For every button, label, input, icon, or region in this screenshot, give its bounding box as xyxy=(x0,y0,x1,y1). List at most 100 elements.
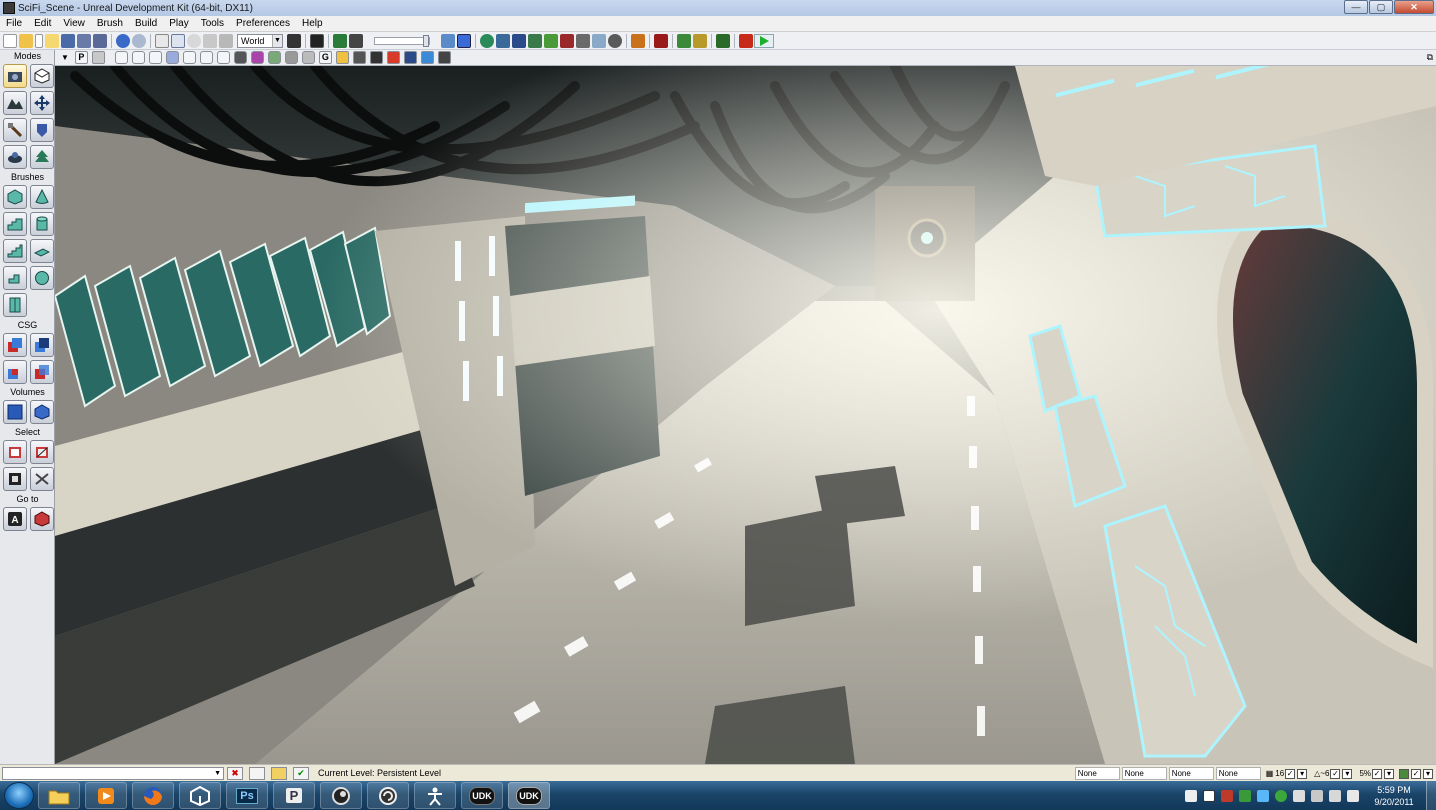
mesh-paint-mode-button[interactable] xyxy=(30,118,54,142)
open-dropdown-icon[interactable] xyxy=(35,33,43,48)
show-all-button[interactable] xyxy=(30,467,54,491)
goto-actor-button[interactable]: A xyxy=(3,507,27,531)
detail-lighting-icon[interactable] xyxy=(182,51,196,64)
grid-size-dropdown[interactable]: ▾ xyxy=(1297,768,1308,779)
network-icon[interactable] xyxy=(1329,789,1341,802)
menu-file[interactable]: File xyxy=(0,18,28,29)
start-button[interactable] xyxy=(4,782,34,809)
new-map-icon[interactable] xyxy=(3,33,17,48)
rotate-icon[interactable] xyxy=(187,33,201,48)
slider-knob[interactable] xyxy=(423,34,429,47)
level-browser-icon[interactable] xyxy=(249,766,265,780)
build-paths-icon[interactable] xyxy=(528,33,542,48)
menu-edit[interactable]: Edit xyxy=(28,18,57,29)
realtime-toggle-icon[interactable] xyxy=(386,51,400,64)
move-mode-button[interactable] xyxy=(30,91,54,115)
show-hidden-icons-icon[interactable] xyxy=(1311,789,1323,802)
minimize-button[interactable]: — xyxy=(1344,0,1368,14)
scale-snap-dropdown[interactable]: ▾ xyxy=(1384,768,1394,779)
perspective-viewport[interactable] xyxy=(55,66,1436,764)
lock-icon[interactable] xyxy=(335,51,349,64)
open-map-icon[interactable] xyxy=(19,33,33,48)
close-button[interactable]: ✕ xyxy=(1394,0,1434,14)
level-lock-icon[interactable] xyxy=(271,766,287,780)
taskbar-udk-2[interactable]: UDK xyxy=(508,782,550,809)
lighting-quality-icon[interactable] xyxy=(576,33,590,48)
brush-wireframe-icon[interactable] xyxy=(131,51,145,64)
autosave-icon[interactable] xyxy=(1399,768,1409,779)
camera-speed-slider[interactable] xyxy=(374,34,430,47)
realtime-icon[interactable] xyxy=(457,33,471,48)
curved-stair-brush-button[interactable] xyxy=(3,212,27,236)
wireframe-mode-icon[interactable] xyxy=(114,51,128,64)
add-special-brush-button[interactable] xyxy=(30,400,54,424)
build-cover-icon[interactable] xyxy=(544,33,558,48)
lock-viewport-icon[interactable] xyxy=(91,51,105,64)
sphere-brush-button[interactable] xyxy=(30,266,54,290)
lit-mode-icon[interactable] xyxy=(165,51,179,64)
tray-perforce-icon[interactable] xyxy=(1203,789,1215,802)
taskbar-unity[interactable] xyxy=(179,782,221,809)
invert-selection-button[interactable] xyxy=(3,467,27,491)
rotation-snap-dropdown[interactable]: ▾ xyxy=(1342,768,1353,779)
viewport-options-icon[interactable] xyxy=(437,51,451,64)
taskbar-media-player[interactable] xyxy=(85,782,127,809)
autosave-dropdown[interactable]: ▾ xyxy=(1423,768,1433,779)
menu-tools[interactable]: Tools xyxy=(195,18,230,29)
taskbar-clock[interactable]: 5:59 PM 9/20/2011 xyxy=(1362,784,1426,808)
save-all-icon[interactable] xyxy=(93,33,107,48)
taskbar-app-swirl[interactable] xyxy=(367,782,409,809)
stop-icon[interactable] xyxy=(631,33,645,48)
stat-icon[interactable] xyxy=(403,51,417,64)
lighting-only-icon[interactable] xyxy=(199,51,213,64)
translate-icon[interactable] xyxy=(171,33,185,48)
light-complexity-icon[interactable] xyxy=(216,51,230,64)
texture-align-mode-button[interactable] xyxy=(3,118,27,142)
reflections-icon[interactable] xyxy=(301,51,315,64)
scale-icon[interactable] xyxy=(203,33,217,48)
volumetric-brush-button[interactable] xyxy=(3,293,27,317)
matinee-icon[interactable] xyxy=(349,33,363,48)
tray-unknown-icon[interactable] xyxy=(1185,789,1197,802)
udk-app-icon[interactable] xyxy=(3,2,15,14)
game-view-button[interactable]: G xyxy=(318,51,332,64)
unlit-mode-icon[interactable] xyxy=(148,51,162,64)
toggle-viewport-icon[interactable] xyxy=(441,33,455,48)
show-desktop-button[interactable] xyxy=(1426,781,1436,810)
perspective-button[interactable]: P xyxy=(74,51,88,64)
level-combo[interactable]: ▼ xyxy=(2,766,224,780)
lit-lightmap-density-icon[interactable] xyxy=(284,51,298,64)
viewport-menu-arrow[interactable]: ▼ xyxy=(61,53,69,62)
texture-density-icon[interactable] xyxy=(233,51,247,64)
foliage-mode-button[interactable] xyxy=(30,145,54,169)
drag-grid-icon[interactable]: ✖ xyxy=(227,766,243,780)
build-lighting-icon[interactable] xyxy=(512,33,526,48)
drop-field-4[interactable]: None xyxy=(1215,767,1261,780)
kismet-icon[interactable] xyxy=(333,33,347,48)
undo-icon[interactable] xyxy=(116,33,130,48)
cook-icon[interactable] xyxy=(716,33,730,48)
shader-complexity-icon[interactable] xyxy=(250,51,264,64)
action-center-icon[interactable] xyxy=(1293,789,1305,802)
csg-intersect-button[interactable] xyxy=(3,360,27,384)
menu-play[interactable]: Play xyxy=(163,18,194,29)
autosave-checkbox[interactable]: ✓ xyxy=(1411,768,1421,779)
lighting-info-icon[interactable] xyxy=(608,33,622,48)
terrain-mode-button[interactable] xyxy=(3,91,27,115)
scale-snap-checkbox[interactable]: ✓ xyxy=(1372,768,1382,779)
coordinate-system-select[interactable]: World ▼ xyxy=(237,33,283,48)
hide-selected-button[interactable] xyxy=(30,440,54,464)
cylinder-brush-button[interactable] xyxy=(30,212,54,236)
menu-preferences[interactable]: Preferences xyxy=(230,18,296,29)
taskbar-steam[interactable] xyxy=(320,782,362,809)
geometry-mode-button[interactable] xyxy=(30,64,54,88)
save-as-icon[interactable] xyxy=(77,33,91,48)
save-icon[interactable] xyxy=(61,33,75,48)
menu-help[interactable]: Help xyxy=(296,18,329,29)
maximize-button[interactable]: ▢ xyxy=(1369,0,1393,14)
udk-frontend-icon[interactable] xyxy=(739,33,753,48)
linear-stair-brush-button[interactable] xyxy=(3,239,27,263)
lightmap-density-icon[interactable] xyxy=(267,51,281,64)
play-on-console-icon[interactable] xyxy=(693,33,707,48)
taskbar-firefox[interactable] xyxy=(132,782,174,809)
